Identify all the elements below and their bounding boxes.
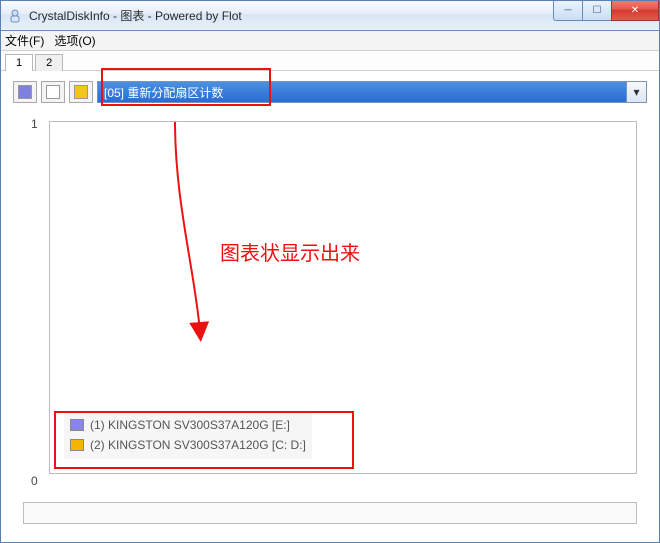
status-bar bbox=[23, 502, 637, 524]
close-button[interactable]: ✕ bbox=[611, 1, 659, 21]
menu-options[interactable]: 选项(O) bbox=[54, 32, 95, 49]
attribute-dropdown[interactable]: [05] 重新分配扇区计数 ▾ bbox=[97, 81, 647, 103]
dropdown-selected-label: [05] 重新分配扇区计数 bbox=[104, 84, 223, 101]
y-tick-min: 0 bbox=[31, 474, 38, 488]
chart-plot: 图表状显示出来 (1) KINGSTON SV300S37A120G [E:] … bbox=[49, 121, 637, 474]
legend-label: (1) KINGSTON SV300S37A120G [E:] bbox=[90, 415, 290, 435]
swatch-icon bbox=[74, 85, 88, 99]
toolbar: [05] 重新分配扇区计数 ▾ bbox=[1, 71, 659, 109]
chart-area: 1 0 图表状显示出来 (1) KINGSTON SV300S37A120G [… bbox=[1, 109, 659, 492]
minimize-icon: ─ bbox=[564, 5, 571, 16]
app-window: CrystalDiskInfo - 图表 - Powered by Flot ─… bbox=[0, 0, 660, 543]
swatch-icon bbox=[18, 85, 32, 99]
color-swatch-2[interactable] bbox=[41, 81, 65, 103]
maximize-button[interactable]: ☐ bbox=[582, 1, 612, 21]
y-tick-max: 1 bbox=[31, 117, 38, 131]
tabs-row: 1 2 bbox=[1, 51, 659, 71]
legend-swatch-icon bbox=[70, 439, 84, 451]
legend-item: (1) KINGSTON SV300S37A120G [E:] bbox=[70, 415, 306, 435]
tab-2[interactable]: 2 bbox=[35, 54, 63, 71]
menu-file[interactable]: 文件(F) bbox=[5, 32, 44, 49]
chevron-down-icon: ▾ bbox=[626, 82, 646, 102]
annotation-text: 图表状显示出来 bbox=[220, 237, 360, 266]
titlebar[interactable]: CrystalDiskInfo - 图表 - Powered by Flot ─… bbox=[1, 1, 659, 31]
legend-item: (2) KINGSTON SV300S37A120G [C: D:] bbox=[70, 435, 306, 455]
legend-label: (2) KINGSTON SV300S37A120G [C: D:] bbox=[90, 435, 306, 455]
color-swatch-3[interactable] bbox=[69, 81, 93, 103]
window-controls: ─ ☐ ✕ bbox=[554, 1, 659, 21]
close-icon: ✕ bbox=[631, 5, 639, 16]
color-swatch-1[interactable] bbox=[13, 81, 37, 103]
legend-swatch-icon bbox=[70, 419, 84, 431]
app-icon bbox=[7, 8, 23, 24]
tab-1[interactable]: 1 bbox=[5, 54, 33, 71]
annotation-arrow-icon bbox=[160, 122, 220, 342]
maximize-icon: ☐ bbox=[593, 5, 602, 16]
menubar: 文件(F) 选项(O) bbox=[1, 31, 659, 51]
swatch-icon bbox=[46, 85, 60, 99]
minimize-button[interactable]: ─ bbox=[553, 1, 583, 21]
chart-legend: (1) KINGSTON SV300S37A120G [E:] (2) KING… bbox=[64, 411, 312, 459]
status-area bbox=[1, 492, 659, 542]
window-title: CrystalDiskInfo - 图表 - Powered by Flot bbox=[29, 7, 242, 24]
